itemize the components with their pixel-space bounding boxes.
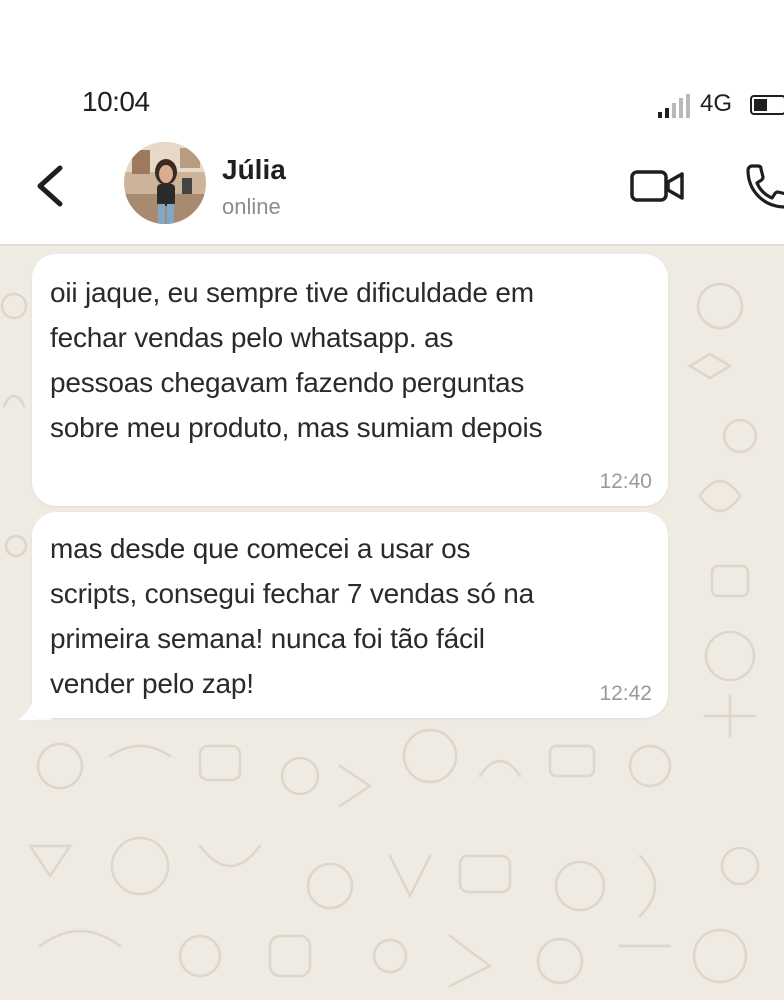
avatar-photo (124, 142, 206, 224)
phone-icon (746, 164, 784, 209)
chevron-left-icon (37, 165, 63, 207)
network-type: 4G (700, 90, 733, 117)
chat-header: Júlia online (0, 140, 784, 246)
message-bubble[interactable]: mas desde que comecei a usar os scripts,… (32, 512, 668, 718)
contact-name[interactable]: Júlia (222, 154, 286, 186)
message-time: 12:42 (599, 682, 652, 705)
avatar[interactable] (124, 142, 206, 224)
video-call-button[interactable] (624, 160, 690, 212)
video-camera-icon (630, 170, 684, 202)
message-text: oii jaque, eu sempre tive dificuldade em… (50, 277, 543, 443)
status-time: 10:04 (82, 86, 150, 117)
signal-bars-icon (658, 94, 690, 118)
message-time: 12:40 (599, 470, 652, 493)
top-margin (0, 0, 784, 58)
battery-icon (750, 95, 784, 115)
status-bar: 10:04 4G (0, 58, 784, 140)
back-button[interactable] (26, 158, 82, 214)
voice-call-button[interactable] (738, 158, 784, 214)
contact-status: online (222, 194, 281, 219)
message-text: mas desde que comecei a usar os scripts,… (50, 533, 535, 699)
chat-area[interactable]: oii jaque, eu sempre tive dificuldade em… (0, 246, 784, 1000)
message-bubble[interactable]: oii jaque, eu sempre tive dificuldade em… (32, 254, 668, 506)
